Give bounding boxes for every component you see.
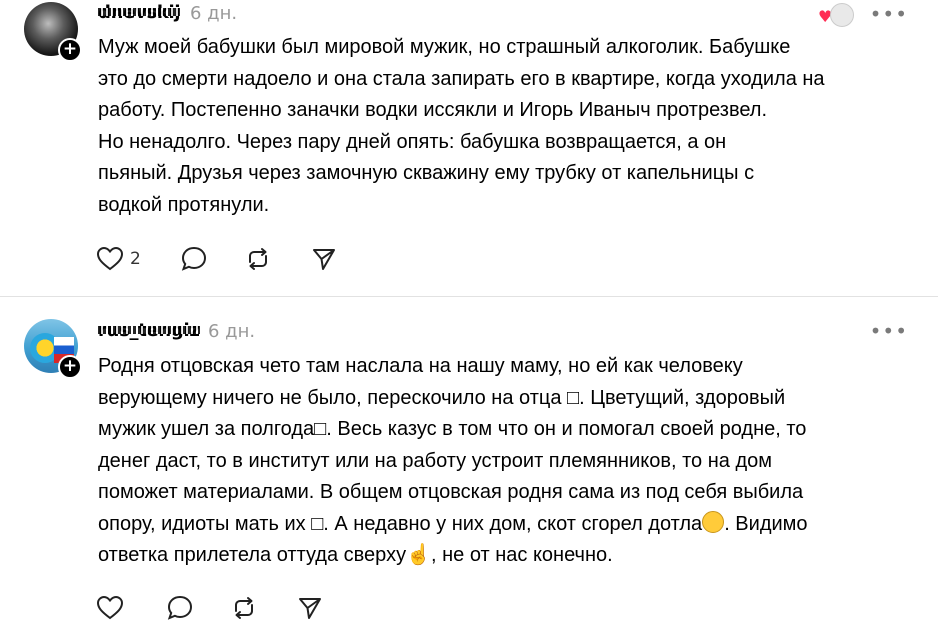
post-text: Муж моей бабушки был мировой мужик, но с… bbox=[98, 36, 825, 216]
send-paper-plane-icon bbox=[313, 249, 335, 270]
missing-glyph: □ bbox=[311, 512, 324, 535]
share-button[interactable] bbox=[296, 593, 324, 623]
repost-button[interactable] bbox=[244, 244, 272, 274]
reactor-avatar bbox=[830, 3, 854, 27]
repost-arrows-icon bbox=[235, 597, 253, 619]
pointing-up-emoji-icon: ☝ bbox=[406, 544, 431, 566]
repost-button[interactable] bbox=[230, 593, 258, 623]
follow-plus-icon[interactable]: + bbox=[58, 355, 82, 379]
more-options-button[interactable]: ••• bbox=[870, 2, 908, 26]
missing-glyph: □ bbox=[567, 386, 580, 409]
avatar-wrap[interactable]: + bbox=[24, 319, 82, 379]
reactions-indicator[interactable]: ♥ bbox=[818, 3, 858, 27]
missing-glyph: □ bbox=[314, 418, 327, 440]
avatar-wrap[interactable]: + bbox=[24, 2, 82, 62]
smiling-face-emoji-icon bbox=[702, 510, 725, 533]
share-button[interactable] bbox=[310, 244, 338, 274]
timestamp: 6 дн. bbox=[190, 3, 238, 24]
text-segment: , не от нас конечно. bbox=[430, 544, 613, 566]
repost-arrows-icon bbox=[249, 248, 267, 270]
follow-plus-icon[interactable]: + bbox=[58, 38, 82, 62]
username-obscured-mark bbox=[98, 8, 181, 16]
comment-bubble-icon bbox=[181, 246, 207, 271]
comment-button[interactable] bbox=[166, 593, 194, 623]
like-count: 2 bbox=[130, 249, 141, 269]
comment-bubble-icon bbox=[167, 595, 193, 620]
comment-post: + dnevskij 6 дн. ♥ ••• Муж моей бабушки … bbox=[0, 0, 938, 296]
username[interactable]: rus_tengiz bbox=[98, 320, 200, 341]
username[interactable]: dnevskij bbox=[98, 2, 181, 23]
heart-outline-icon bbox=[96, 595, 124, 620]
send-paper-plane-icon bbox=[299, 598, 321, 619]
username-obscured-mark bbox=[98, 326, 200, 334]
text-segment: . А недавно у них дом, скот сгорел дотла bbox=[323, 512, 703, 535]
like-button[interactable]: 2 bbox=[96, 244, 141, 274]
more-options-button[interactable]: ••• bbox=[870, 319, 908, 343]
like-button[interactable] bbox=[96, 593, 124, 623]
comment-post: + rus_tengiz 6 дн. ••• Родня отцовская ч… bbox=[0, 297, 938, 644]
post-text: Родня отцовская чето там наслала на нашу… bbox=[98, 351, 918, 572]
comment-button[interactable] bbox=[180, 244, 208, 274]
timestamp: 6 дн. bbox=[208, 321, 256, 342]
heart-outline-icon bbox=[96, 246, 124, 271]
